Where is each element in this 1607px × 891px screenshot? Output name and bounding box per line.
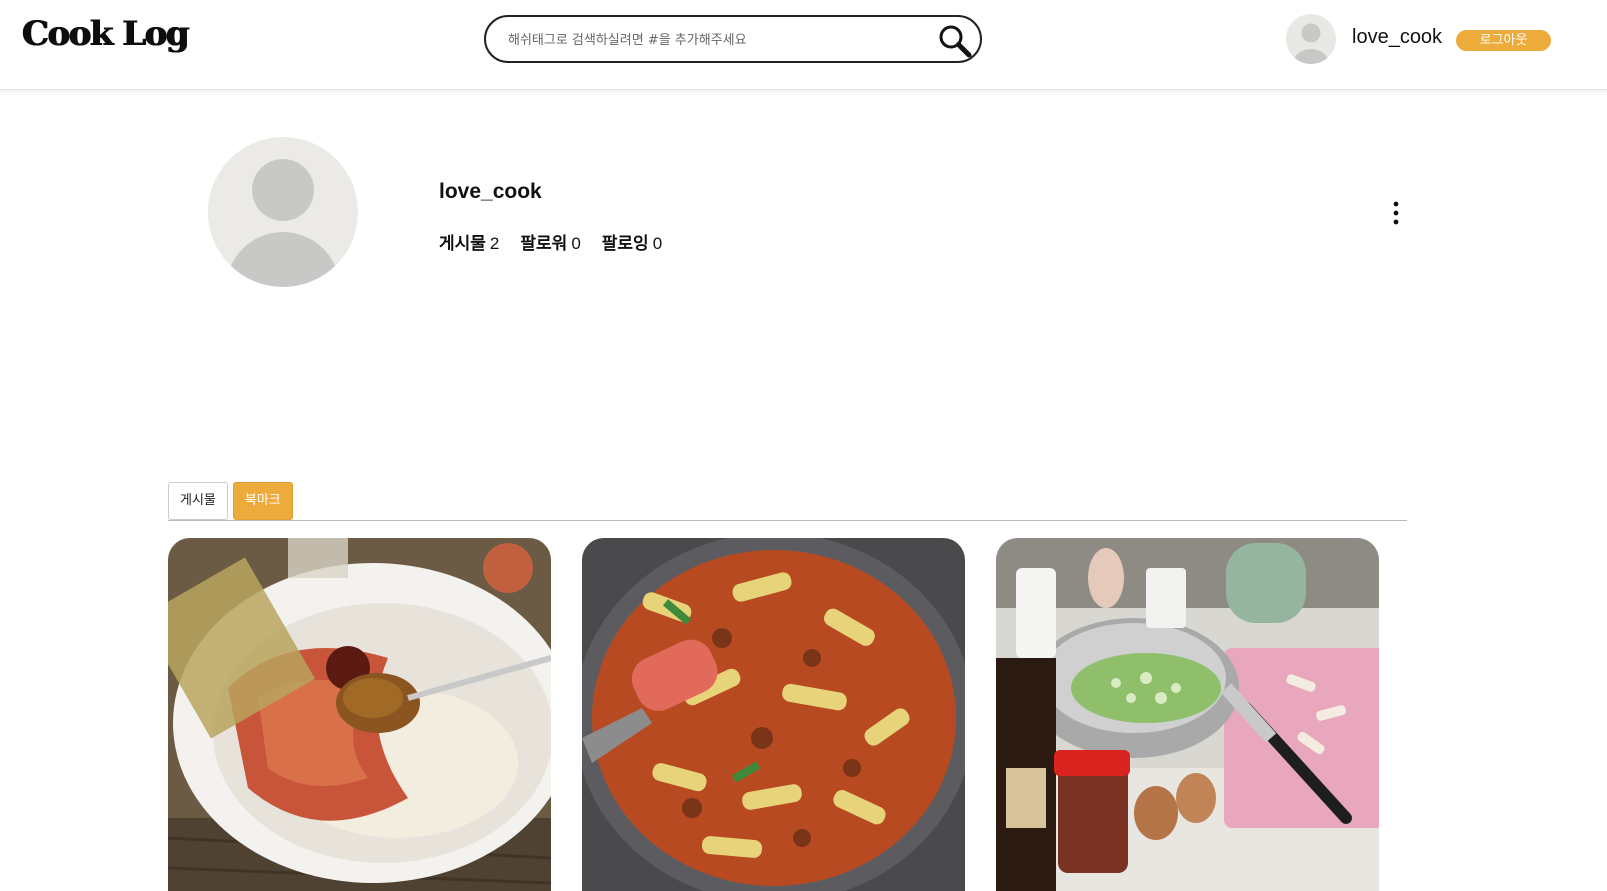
stat-value: 0: [652, 234, 663, 253]
post-card[interactable]: [168, 538, 551, 891]
user-silhouette-icon: [226, 159, 340, 287]
tab-posts[interactable]: 게시물: [168, 482, 228, 520]
post-card[interactable]: [996, 538, 1379, 891]
stat-value: 2: [489, 234, 500, 253]
search-bar: [484, 15, 982, 63]
search-icon[interactable]: [938, 24, 972, 58]
stat-followers[interactable]: 팔로워 0: [520, 229, 580, 254]
tab-divider: [168, 520, 1407, 521]
profile-avatar: [208, 137, 358, 287]
stat-value: 0: [571, 234, 581, 253]
more-options-icon[interactable]: [1389, 200, 1403, 226]
stat-following[interactable]: 팔로잉 0: [602, 229, 662, 254]
profile-tabs: 게시물 북마크: [168, 482, 293, 520]
profile-username: love_cook: [439, 180, 542, 203]
post-card[interactable]: [582, 538, 965, 891]
kitchen-ingredients-photo: [996, 538, 1379, 891]
user-silhouette-icon: [1293, 23, 1329, 64]
stat-label: 팔로워: [520, 234, 568, 254]
tab-bookmarks[interactable]: 북마크: [232, 482, 293, 520]
search-input[interactable]: [506, 27, 910, 53]
stat-posts[interactable]: 게시물 2: [439, 229, 499, 254]
app-logo[interactable]: Cook Log: [22, 14, 190, 54]
stat-label: 팔로잉: [601, 234, 649, 254]
logout-button[interactable]: 로그아웃: [1456, 30, 1551, 51]
header-username[interactable]: love_cook: [1352, 26, 1442, 49]
top-header: Cook Log love_cook 로그아웃: [0, 0, 1607, 90]
bibim-noodle-photo: [168, 538, 551, 891]
user-avatar[interactable]: [1286, 14, 1336, 64]
profile-stats: 게시물 2 팔로워 0 팔로잉 0: [439, 229, 662, 254]
spicy-octopus-photo: [582, 538, 965, 891]
stat-label: 게시물: [439, 234, 486, 254]
